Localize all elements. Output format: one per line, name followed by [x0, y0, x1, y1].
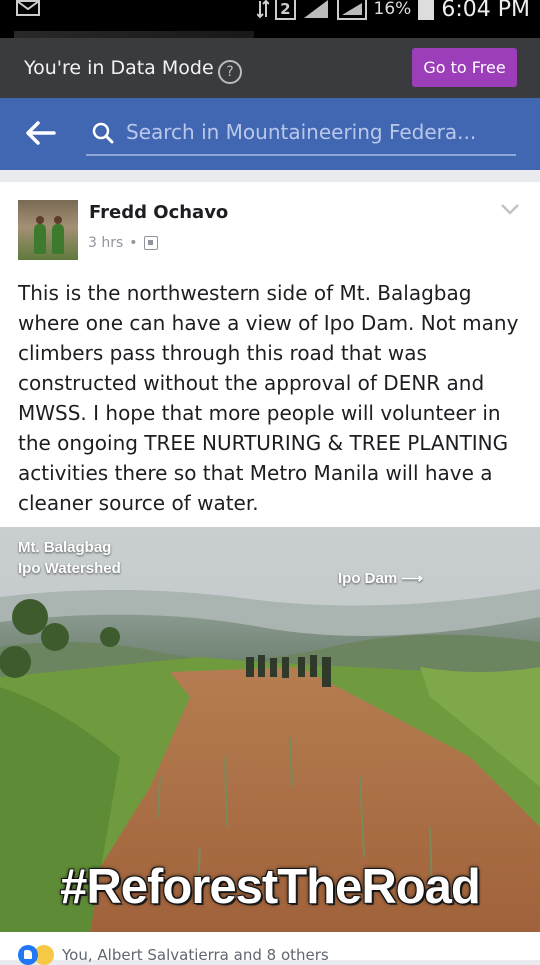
search-header: Search in Mountaineering Federa... [0, 98, 540, 170]
battery-icon [418, 0, 435, 20]
go-to-free-button[interactable]: Go to Free [412, 48, 517, 87]
data-mode-banner: You're in Data Mode ? Go to Free [0, 38, 540, 98]
search-icon [92, 122, 114, 144]
photo-caption-dam: Ipo Dam ⟶ [338, 569, 423, 587]
back-arrow-icon[interactable] [24, 120, 56, 146]
right-arrow-icon: ⟶ [401, 570, 423, 587]
search-placeholder: Search in Mountaineering Federa... [126, 120, 477, 144]
data-transfer-icon [257, 0, 270, 19]
notification-ghost [14, 31, 254, 38]
signal-icon [303, 0, 328, 18]
post-meta: 3 hrs • [88, 235, 158, 251]
post-time[interactable]: 3 hrs [88, 235, 123, 251]
post-card: Fredd Ochavo 3 hrs • This is the northwe… [0, 182, 540, 965]
mail-icon [16, 0, 40, 16]
data-mode-text: You're in Data Mode [24, 57, 214, 79]
clock: 6:04 PM [441, 0, 530, 22]
post-body: This is the northwestern side of Mt. Bal… [18, 281, 519, 515]
group-privacy-icon [143, 236, 158, 250]
signal-nosim-icon [336, 0, 367, 20]
post-author[interactable]: Fredd Ochavo [89, 202, 228, 223]
photo-caption-location: Mt. Balagbag [18, 539, 112, 556]
chevron-down-icon[interactable] [499, 202, 521, 216]
post-photo[interactable]: Mt. Balagbag Ipo Watershed Ipo Dam ⟶ #Re… [0, 527, 540, 932]
status-bar: 2 16% 6:04 PM [0, 0, 540, 38]
search-input[interactable]: Search in Mountaineering Federa... [86, 112, 516, 156]
photo-hashtag: #ReforestTheRoad [60, 860, 481, 914]
help-icon[interactable]: ? [218, 60, 242, 84]
photo-caption-watershed: Ipo Watershed [18, 560, 121, 577]
like-reaction-icon [18, 945, 38, 965]
reactions-bar[interactable]: You, Albert Salvatierra and 8 others [18, 945, 329, 965]
reactions-text: You, Albert Salvatierra and 8 others [62, 946, 329, 964]
meta-separator: • [129, 235, 138, 251]
battery-percent: 16% [373, 0, 412, 19]
sim-badge: 2 [275, 0, 296, 20]
photo-caption-dam-text: Ipo Dam [338, 570, 398, 587]
avatar[interactable] [18, 200, 78, 260]
